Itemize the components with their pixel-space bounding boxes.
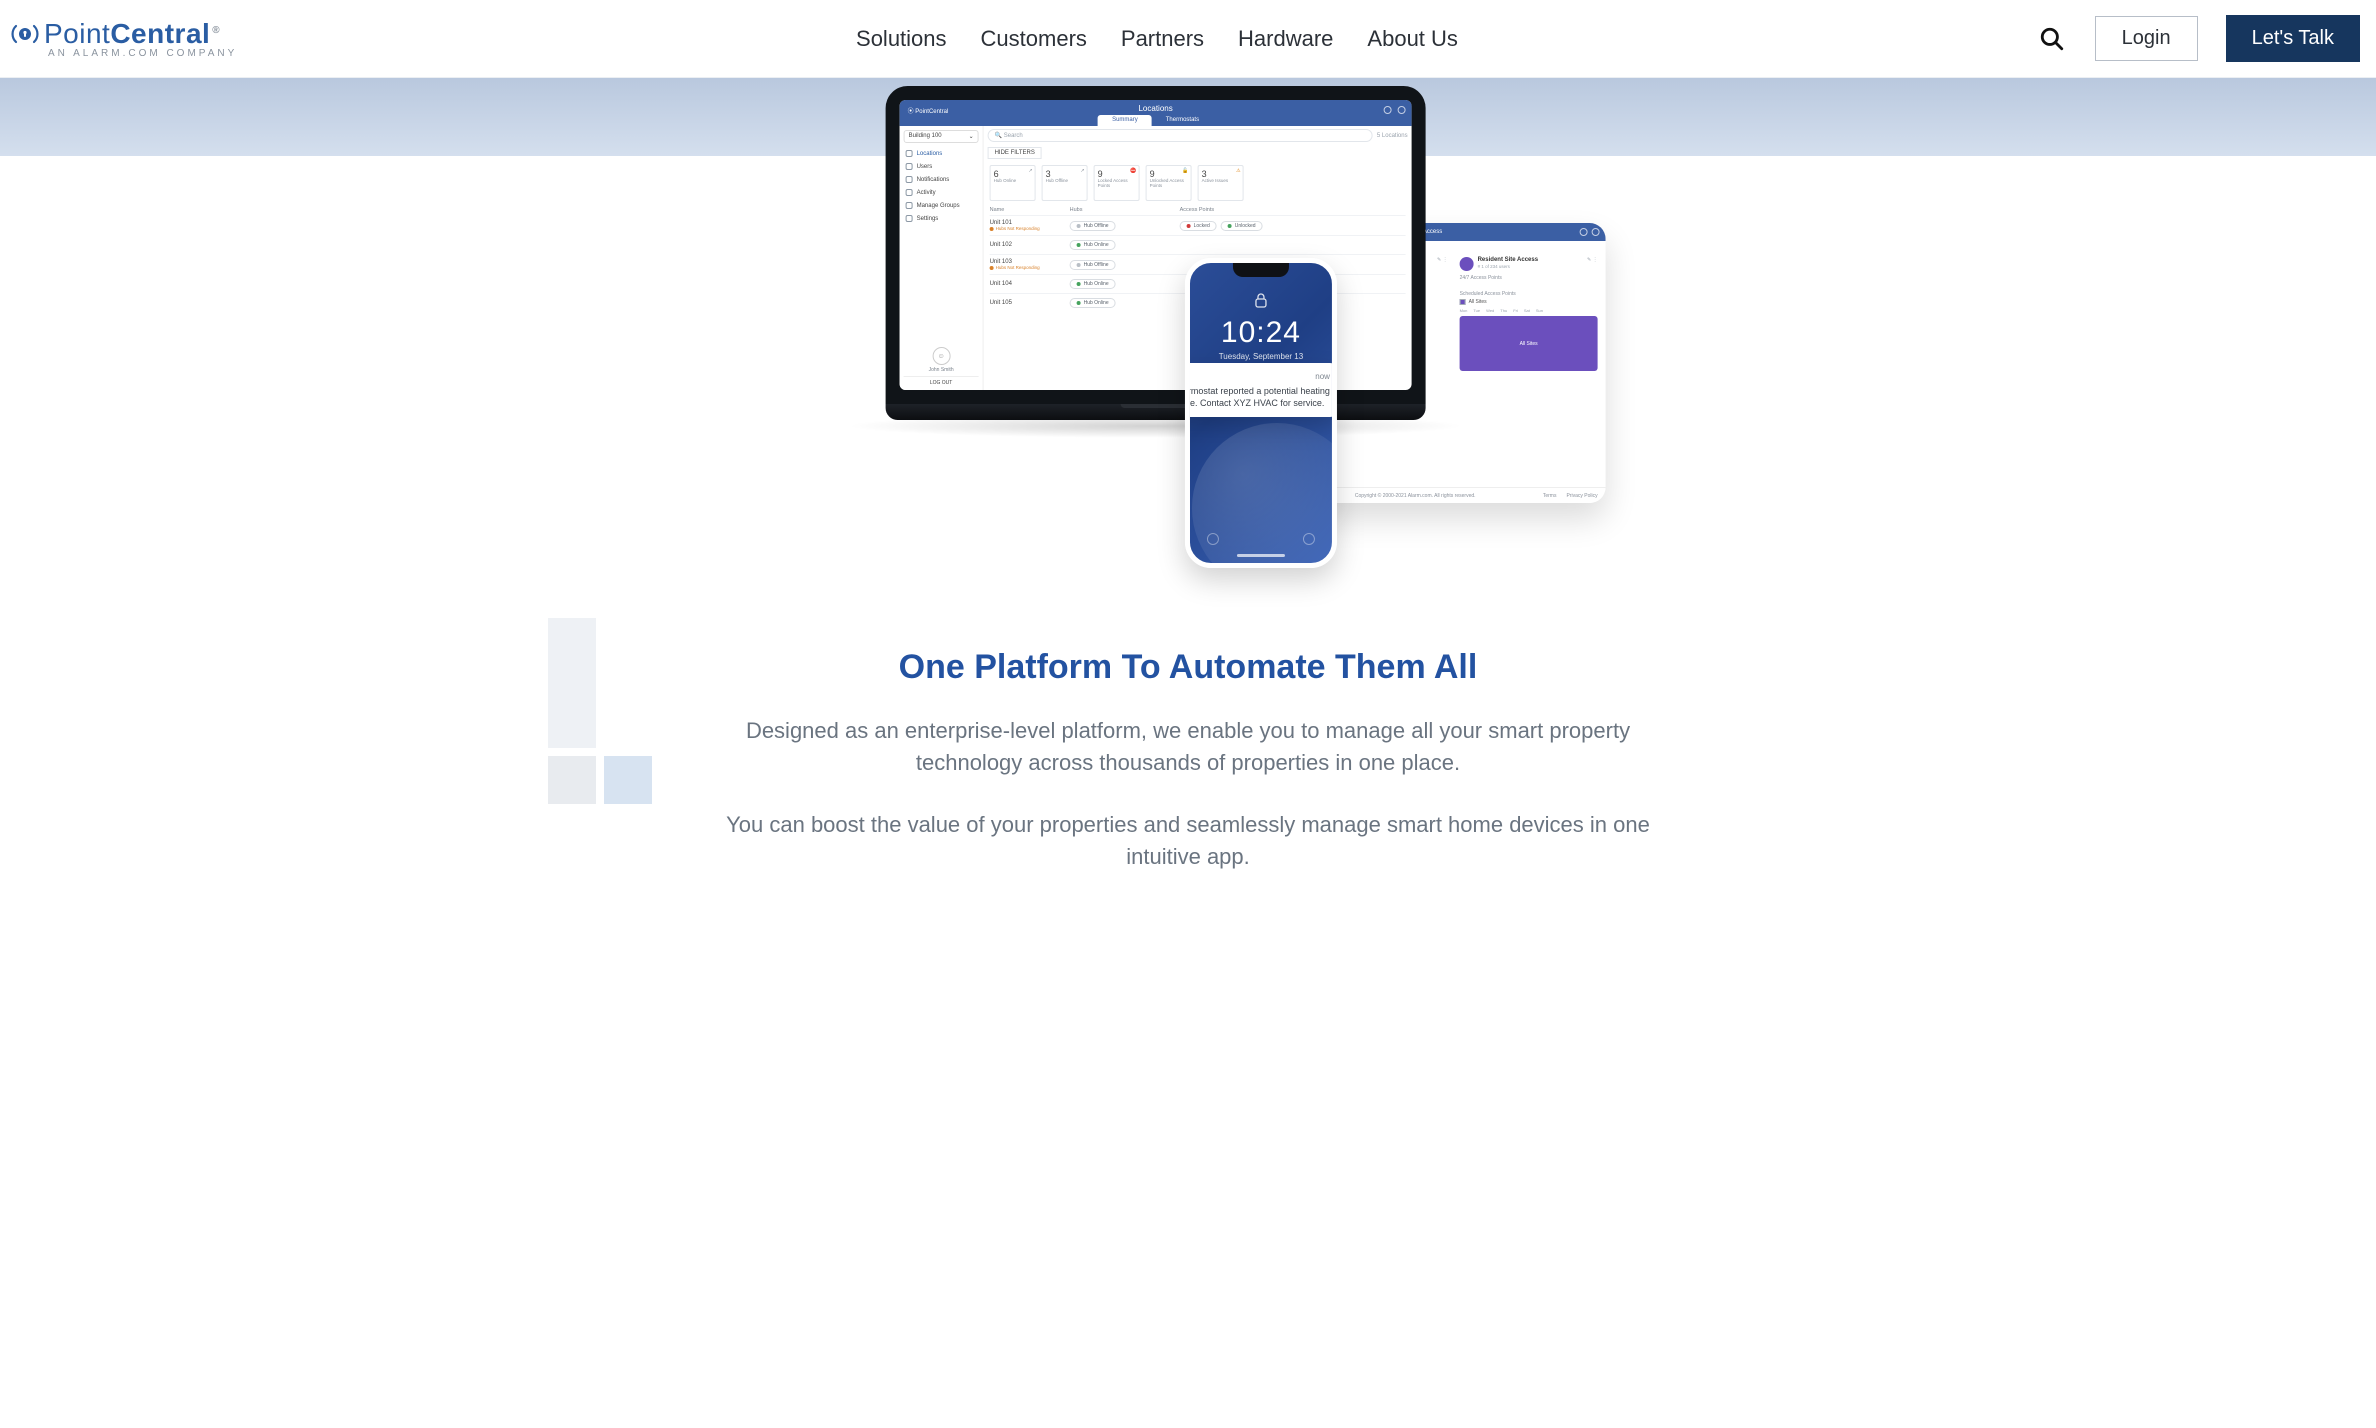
user-avatar[interactable]: ☺ (932, 347, 950, 365)
edit-icon[interactable]: ✎ ⋮ (1437, 257, 1448, 263)
decorative-blocks (548, 618, 652, 804)
nav-partners[interactable]: Partners (1121, 26, 1204, 52)
card-section-label: 24/7 Access Points (1460, 275, 1598, 281)
hide-filters-button[interactable]: HIDE FILTERS (988, 147, 1042, 159)
card-subtitle: # 1 of 234 users (1478, 264, 1538, 269)
home-indicator[interactable] (1237, 554, 1285, 557)
tab-thermostats[interactable]: Thermostats (1152, 115, 1213, 126)
notification-card[interactable]: POINTCENTRAL now Rental Home: The thermo… (1185, 363, 1337, 417)
app-title: Locations (1138, 104, 1172, 113)
lets-talk-button[interactable]: Let's Talk (2226, 15, 2360, 62)
resident-icon (1460, 257, 1474, 271)
section-paragraph-1: Designed as an enterprise-level platform… (708, 715, 1668, 779)
card-section-label: Scheduled Access Points (1460, 291, 1598, 297)
sidebar-settings[interactable]: Settings (900, 212, 983, 225)
nav-solutions[interactable]: Solutions (856, 26, 947, 52)
activity-icon (906, 189, 913, 196)
group-icon (906, 202, 913, 209)
sidebar-locations[interactable]: Locations (900, 147, 983, 160)
brand-tagline: AN ALARM.COM COMPANY (48, 48, 237, 59)
sidebar-notifications[interactable]: Notifications (900, 173, 983, 186)
col-access-points: Access Points (1180, 207, 1406, 213)
section-title: One Platform To Automate Them All (628, 648, 1748, 687)
section-paragraph-2: You can boost the value of your properti… (708, 809, 1668, 873)
app-brand-mini: ⦿ PointCentral (908, 106, 949, 115)
login-button[interactable]: Login (2095, 16, 2198, 61)
table-row[interactable]: Unit 101Hubs Not RespondingHub OfflineLo… (990, 215, 1406, 235)
chart-day-labels: MonTueWedThuFriSatSun (1460, 308, 1598, 313)
stat-locked-ap[interactable]: ⛔9Locked Access Points (1094, 165, 1140, 201)
notification-time: now (1315, 372, 1330, 381)
laptop-mockup: ⦿ PointCentral Locations Summary Thermos… (886, 86, 1426, 438)
help-icon[interactable] (1398, 106, 1406, 114)
stat-active-issues[interactable]: ⚠3Active Issues (1198, 165, 1244, 201)
card-resident-site-access: Resident Site Access # 1 of 234 users ✎ … (1460, 257, 1598, 371)
chevron-down-icon: ⌄ (969, 133, 974, 140)
primary-nav: Solutions Customers Partners Hardware Ab… (277, 26, 2036, 52)
notification-body: Rental Home: The thermostat reported a p… (1185, 385, 1330, 409)
phone-time: 10:24 (1190, 316, 1332, 350)
gear-icon (906, 215, 913, 222)
help-icon[interactable] (1592, 228, 1600, 236)
edit-icon[interactable]: ✎ ⋮ (1587, 257, 1598, 263)
refresh-icon[interactable] (1580, 228, 1588, 236)
phone-mockup: 10:24 Tuesday, September 13 POINTCENTRAL… (1185, 258, 1337, 568)
search-icon (2039, 26, 2065, 52)
flashlight-icon[interactable] (1207, 533, 1219, 545)
terms-link[interactable]: Terms (1543, 493, 1557, 499)
user-name: John Smith (904, 367, 979, 373)
stats-row: ↗6Hub Online ↗3Hub Offline ⛔9Locked Acce… (984, 161, 1412, 205)
privacy-link[interactable]: Privacy Policy (1566, 493, 1597, 499)
pin-icon (906, 150, 913, 157)
users-icon (906, 163, 913, 170)
nav-customers[interactable]: Customers (981, 26, 1087, 52)
lock-icon (1190, 293, 1332, 314)
app-sidebar: Building 100⌄ Locations Users Notificati… (900, 126, 984, 390)
search-input[interactable]: 🔍 Search (988, 129, 1373, 142)
camera-icon[interactable] (1303, 533, 1315, 545)
stat-unlocked-ap[interactable]: 🔓9Unlocked Access Points (1146, 165, 1192, 201)
access-block-chart: All Sites (1460, 316, 1598, 371)
checkbox-all-sites[interactable]: All Sites (1460, 299, 1598, 305)
card-title: Resident Site Access (1478, 257, 1538, 264)
refresh-icon[interactable] (1384, 106, 1392, 114)
locations-count: 5 Locations (1377, 133, 1408, 139)
col-name: Name (990, 207, 1070, 213)
sidebar-manage-groups[interactable]: Manage Groups (900, 199, 983, 212)
brand-name: PointCentral® (44, 18, 220, 50)
bell-icon (906, 176, 913, 183)
sidebar-users[interactable]: Users (900, 160, 983, 173)
building-selector[interactable]: Building 100⌄ (904, 130, 979, 143)
brand-logo-icon (10, 19, 40, 49)
stat-hub-online[interactable]: ↗6Hub Online (990, 165, 1036, 201)
phone-date: Tuesday, September 13 (1190, 352, 1332, 361)
stat-hub-offline[interactable]: ↗3Hub Offline (1042, 165, 1088, 201)
tab-summary[interactable]: Summary (1098, 115, 1152, 126)
table-row[interactable]: Unit 102Hub Online (990, 235, 1406, 254)
logout-button[interactable]: LOG OUT (904, 376, 979, 386)
nav-about-us[interactable]: About Us (1367, 26, 1458, 52)
search-button[interactable] (2037, 24, 2067, 54)
nav-hardware[interactable]: Hardware (1238, 26, 1333, 52)
sidebar-activity[interactable]: Activity (900, 186, 983, 199)
app-title-bar: ⦿ PointCentral Locations Summary Thermos… (900, 100, 1412, 126)
brand-logo[interactable]: PointCentral® AN ALARM.COM COMPANY (10, 18, 237, 59)
col-hubs: Hubs (1070, 207, 1180, 213)
